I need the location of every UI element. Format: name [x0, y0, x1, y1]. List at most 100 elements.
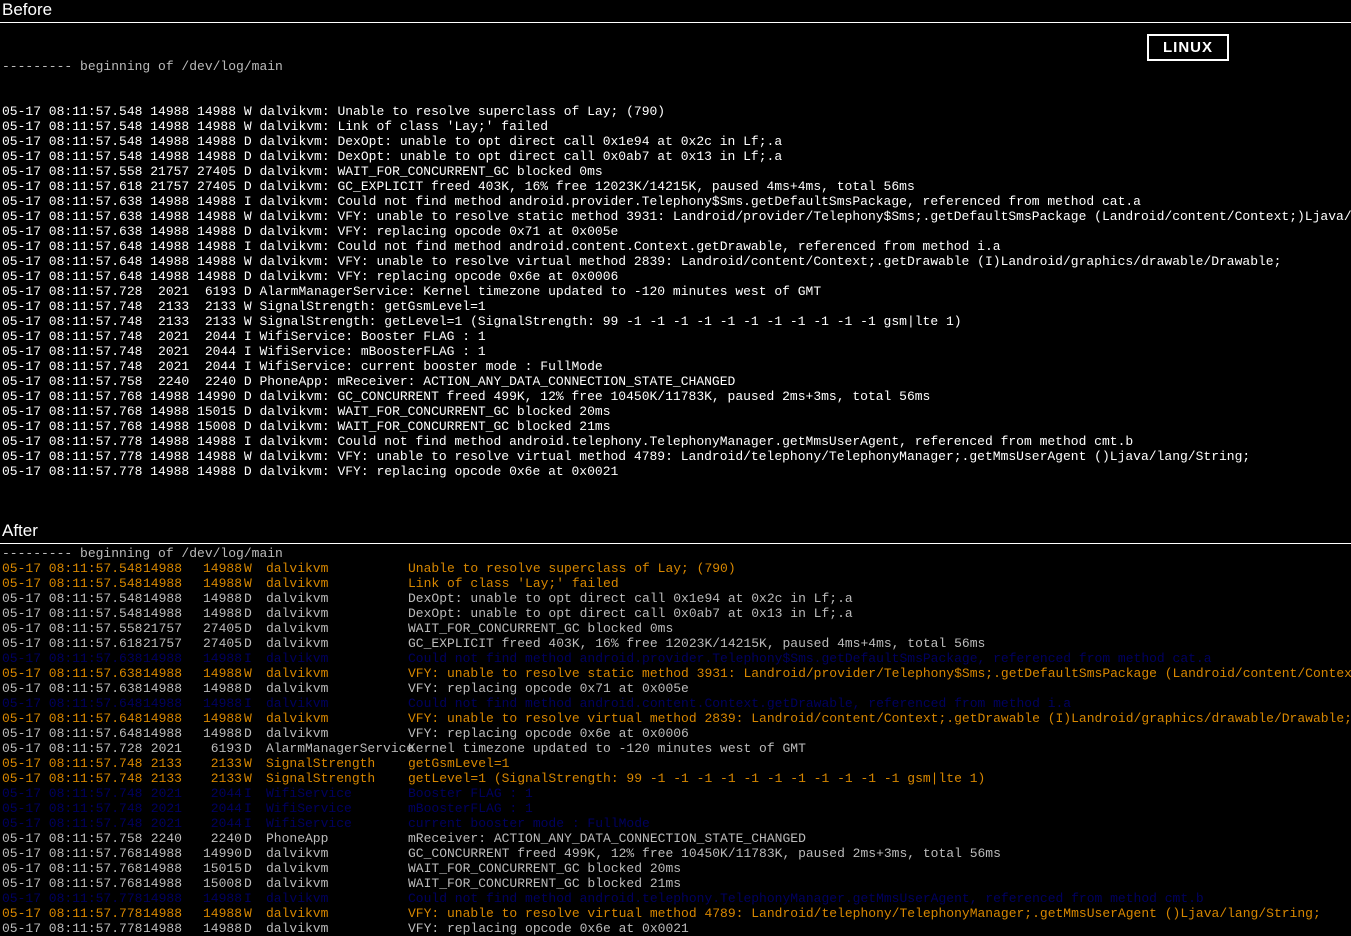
log-level: I	[244, 651, 260, 666]
log-msg: VFY: unable to resolve static method 393…	[408, 666, 1351, 681]
log-row: 05-17 08:11:57.74820212044IWifiServicemB…	[2, 801, 1351, 816]
log-pid: 2133	[132, 771, 188, 786]
log-date: 05-17 08:11:57.638	[2, 681, 132, 696]
log-row: 05-17 08:11:57.7781498814988DdalvikvmVFY…	[2, 921, 1351, 936]
log-level: D	[244, 606, 260, 621]
log-tag: WifiService	[260, 786, 408, 801]
log-msg: Could not find method android.telephony.…	[408, 891, 1204, 906]
log-line: 05-17 08:11:57.638 14988 14988 D dalvikv…	[2, 224, 1351, 239]
log-row: 05-17 08:11:57.7681498815015DdalvikvmWAI…	[2, 861, 1351, 876]
log-tid: 14988	[188, 561, 244, 576]
log-tag: dalvikvm	[260, 696, 408, 711]
log-level: D	[244, 621, 260, 636]
log-msg: Kernel timezone updated to -120 minutes …	[408, 741, 806, 756]
log-tag: dalvikvm	[260, 636, 408, 651]
log-date: 05-17 08:11:57.648	[2, 696, 132, 711]
log-pid: 14988	[132, 606, 188, 621]
log-pid: 2240	[132, 831, 188, 846]
log-level: D	[244, 591, 260, 606]
log-tid: 2133	[188, 756, 244, 771]
log-level: D	[244, 921, 260, 936]
log-tid: 14988	[188, 891, 244, 906]
log-msg: getLevel=1 (SignalStrength: 99 -1 -1 -1 …	[408, 771, 985, 786]
log-tag: dalvikvm	[260, 681, 408, 696]
log-msg: VFY: unable to resolve virtual method 47…	[408, 906, 1321, 921]
log-msg: getGsmLevel=1	[408, 756, 509, 771]
log-pid: 2133	[132, 756, 188, 771]
log-tid: 14988	[188, 651, 244, 666]
log-pid: 14988	[132, 711, 188, 726]
after-log: --------- beginning of /dev/log/main 05-…	[0, 546, 1351, 936]
log-level: W	[244, 771, 260, 786]
log-date: 05-17 08:11:57.748	[2, 771, 132, 786]
log-tid: 2044	[188, 786, 244, 801]
log-row: 05-17 08:11:57.6381498814988IdalvikvmCou…	[2, 651, 1351, 666]
log-msg: VFY: unable to resolve virtual method 28…	[408, 711, 1351, 726]
log-pid: 14988	[132, 876, 188, 891]
log-date: 05-17 08:11:57.638	[2, 651, 132, 666]
log-msg: Could not find method android.content.Co…	[408, 696, 1071, 711]
log-tid: 2133	[188, 771, 244, 786]
log-tag: dalvikvm	[260, 561, 408, 576]
log-line: 05-17 08:11:57.648 14988 14988 D dalvikv…	[2, 269, 1351, 284]
log-tag: SignalStrength	[260, 756, 408, 771]
log-line: 05-17 08:11:57.758 2240 2240 D PhoneApp:…	[2, 374, 1351, 389]
log-pid: 14988	[132, 696, 188, 711]
log-tid: 2044	[188, 801, 244, 816]
log-pid: 2021	[132, 801, 188, 816]
log-row: 05-17 08:11:57.7681498814990DdalvikvmGC_…	[2, 846, 1351, 861]
log-date: 05-17 08:11:57.548	[2, 591, 132, 606]
log-level: W	[244, 711, 260, 726]
after-title: After	[0, 521, 1351, 544]
log-tid: 14988	[188, 666, 244, 681]
log-pid: 14988	[132, 846, 188, 861]
log-tid: 27405	[188, 636, 244, 651]
log-tag: dalvikvm	[260, 591, 408, 606]
log-row: 05-17 08:11:57.7781498814988WdalvikvmVFY…	[2, 906, 1351, 921]
log-line: 05-17 08:11:57.548 14988 14988 D dalvikv…	[2, 134, 1351, 149]
log-row: 05-17 08:11:57.5582175727405DdalvikvmWAI…	[2, 621, 1351, 636]
log-tag: dalvikvm	[260, 846, 408, 861]
log-pid: 2021	[132, 741, 188, 756]
log-date: 05-17 08:11:57.758	[2, 831, 132, 846]
log-level: D	[244, 681, 260, 696]
log-line: 05-17 08:11:57.768 14988 15008 D dalvikv…	[2, 419, 1351, 434]
log-line: 05-17 08:11:57.638 14988 14988 I dalvikv…	[2, 194, 1351, 209]
log-header: --------- beginning of /dev/log/main	[2, 546, 1351, 561]
log-tag: dalvikvm	[260, 906, 408, 921]
log-msg: DexOpt: unable to opt direct call 0x0ab7…	[408, 606, 853, 621]
log-line: 05-17 08:11:57.548 14988 14988 W dalvikv…	[2, 104, 1351, 119]
log-date: 05-17 08:11:57.748	[2, 786, 132, 801]
log-tid: 27405	[188, 621, 244, 636]
log-line: 05-17 08:11:57.558 21757 27405 D dalvikv…	[2, 164, 1351, 179]
log-line: 05-17 08:11:57.748 2133 2133 W SignalStr…	[2, 314, 1351, 329]
log-level: D	[244, 876, 260, 891]
log-msg: WAIT_FOR_CONCURRENT_GC blocked 20ms	[408, 861, 681, 876]
log-line: 05-17 08:11:57.548 14988 14988 D dalvikv…	[2, 149, 1351, 164]
log-tid: 14988	[188, 606, 244, 621]
log-row: 05-17 08:11:57.6481498814988WdalvikvmVFY…	[2, 711, 1351, 726]
log-level: D	[244, 831, 260, 846]
log-tag: AlarmManagerService	[260, 741, 408, 756]
log-date: 05-17 08:11:57.618	[2, 636, 132, 651]
log-msg: GC_CONCURRENT freed 499K, 12% free 10450…	[408, 846, 1001, 861]
log-date: 05-17 08:11:57.548	[2, 576, 132, 591]
log-line: 05-17 08:11:57.618 21757 27405 D dalvikv…	[2, 179, 1351, 194]
log-date: 05-17 08:11:57.558	[2, 621, 132, 636]
log-pid: 14988	[132, 651, 188, 666]
log-tid: 14988	[188, 906, 244, 921]
log-level: I	[244, 801, 260, 816]
log-line: 05-17 08:11:57.648 14988 14988 W dalvikv…	[2, 254, 1351, 269]
log-line: 05-17 08:11:57.768 14988 15015 D dalvikv…	[2, 404, 1351, 419]
log-level: I	[244, 786, 260, 801]
before-title: Before	[0, 0, 1351, 23]
log-tag: dalvikvm	[260, 666, 408, 681]
log-row: 05-17 08:11:57.7681498815008DdalvikvmWAI…	[2, 876, 1351, 891]
log-tag: WifiService	[260, 801, 408, 816]
log-msg: mReceiver: ACTION_ANY_DATA_CONNECTION_ST…	[408, 831, 806, 846]
log-pid: 14988	[132, 906, 188, 921]
log-row: 05-17 08:11:57.6481498814988DdalvikvmVFY…	[2, 726, 1351, 741]
log-tid: 14988	[188, 921, 244, 936]
log-level: D	[244, 726, 260, 741]
log-pid: 14988	[132, 576, 188, 591]
